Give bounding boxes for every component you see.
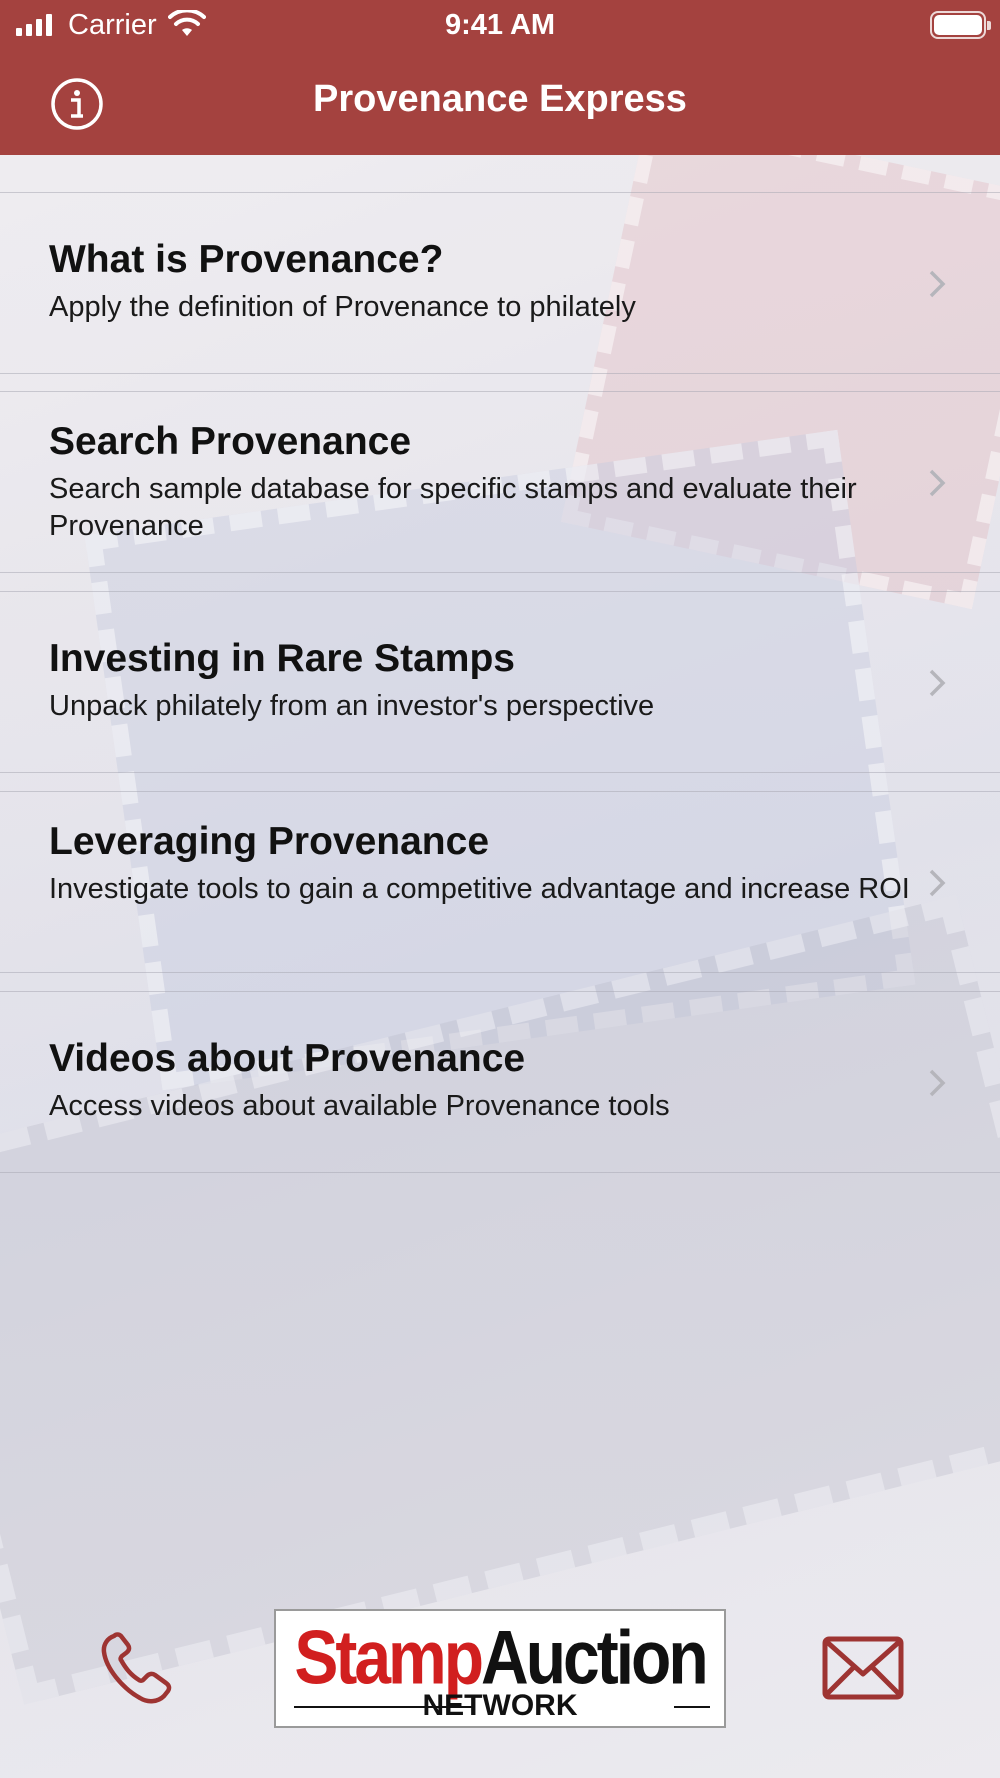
menu-item-title: Search Provenance [49,420,412,463]
chevron-right-icon [929,869,946,897]
menu-item-subtitle: Investigate tools to gain a competitive … [49,873,910,905]
menu-item-investing-in-rare-stamps[interactable]: Investing in Rare Stamps Unpack philatel… [0,591,1000,773]
chevron-right-icon [929,270,946,298]
phone-icon[interactable] [100,1632,174,1706]
page-title: Provenance Express [313,78,687,120]
footer-bar: StampAuction NETWORK [0,1600,1000,1778]
menu-item-videos-about-provenance[interactable]: Videos about Provenance Access videos ab… [0,991,1000,1173]
stamp-auction-network-logo[interactable]: StampAuction NETWORK [274,1609,726,1728]
chevron-right-icon [929,669,946,697]
menu-item-subtitle: Apply the definition of Provenance to ph… [49,291,636,323]
menu-item-what-is-provenance[interactable]: What is Provenance? Apply the definition… [0,192,1000,374]
menu-item-title: Leveraging Provenance [49,820,490,863]
app-header: Carrier 9:41 AM Provenance Express [0,0,1000,155]
logo-word-stamp: Stamp [294,1614,484,1700]
mail-icon[interactable] [822,1636,904,1700]
menu-item-subtitle: Access videos about available Provenance… [49,1090,670,1122]
logo-word-network: NETWORK [422,1689,578,1722]
status-time: 9:41 AM [444,9,556,41]
chevron-right-icon [929,1069,946,1097]
menu-item-subtitle: Search sample database for specific stam… [49,473,857,542]
menu-item-title: Videos about Provenance [49,1037,526,1080]
navigation-bar: Provenance Express [0,50,1000,155]
menu-item-title: Investing in Rare Stamps [49,637,515,680]
battery-icon [930,11,991,39]
menu-item-search-provenance[interactable]: Search Provenance Search sample database… [0,391,1000,573]
logo-word-auction: Auction [481,1614,709,1700]
status-bar: Carrier 9:41 AM [0,0,1000,50]
menu-item-leveraging-provenance[interactable]: Leveraging Provenance Investigate tools … [0,791,1000,973]
menu-item-title: What is Provenance? [49,238,444,281]
menu-item-subtitle: Unpack philately from an investor's pers… [49,690,655,722]
chevron-right-icon [929,469,946,497]
